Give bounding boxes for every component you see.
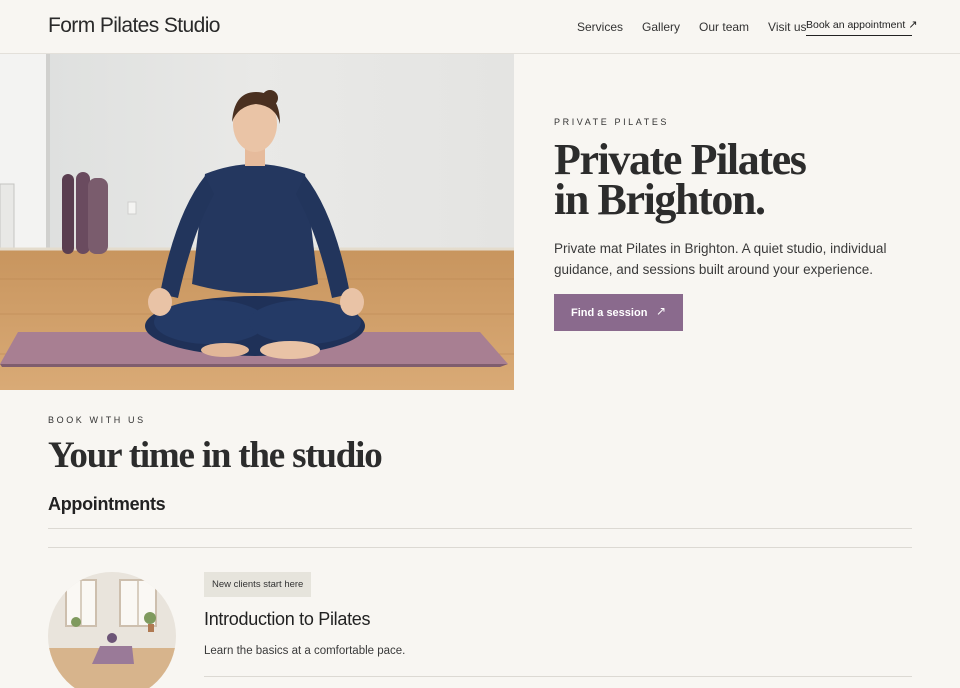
nav-link-our-team[interactable]: Our team — [699, 20, 749, 34]
brand-logo[interactable]: Form Pilates Studio — [48, 14, 220, 38]
site-header: Form Pilates Studio Services Gallery Our… — [0, 0, 960, 54]
divider — [204, 676, 912, 677]
arrow-up-right-icon: ↗ — [655, 304, 666, 318]
arrow-up-right-icon: ↗ — [908, 19, 918, 31]
nav-link-services[interactable]: Services — [577, 20, 623, 34]
find-session-button[interactable]: Find a session ↗ — [554, 294, 683, 331]
nav-link-gallery[interactable]: Gallery — [642, 20, 680, 34]
booking-title: Your time in the studio — [48, 435, 383, 476]
main-nav: Services Gallery Our team Visit us — [577, 20, 826, 34]
book-appointment-link[interactable]: Book an appointment ↗ — [806, 18, 917, 36]
studio-room-image — [48, 572, 176, 688]
hero-eyebrow: PRIVATE PILATES — [554, 117, 670, 127]
divider — [48, 547, 912, 548]
hero-image — [0, 54, 514, 390]
hero-title-line2: in Brighton. — [554, 175, 766, 224]
appointments-heading: Appointments — [48, 494, 166, 514]
nav-link-visit-us[interactable]: Visit us — [768, 20, 806, 34]
new-clients-badge: New clients start here — [204, 572, 312, 597]
find-session-label: Find a session — [571, 306, 648, 319]
appointment-thumbnail[interactable] — [48, 572, 176, 688]
book-appointment-label: Book an appointment — [806, 19, 906, 31]
hero-description: Private mat Pilates in Brighton. A quiet… — [554, 241, 887, 277]
hero-title: Private Pilates in Brighton. — [554, 138, 914, 222]
appointment-title[interactable]: Introduction to Pilates — [204, 609, 371, 630]
appointment-description: Learn the basics at a comfortable pace. — [204, 645, 406, 657]
booking-eyebrow: BOOK WITH US — [48, 415, 146, 425]
divider — [48, 528, 912, 529]
pilates-woman-image — [0, 54, 514, 390]
